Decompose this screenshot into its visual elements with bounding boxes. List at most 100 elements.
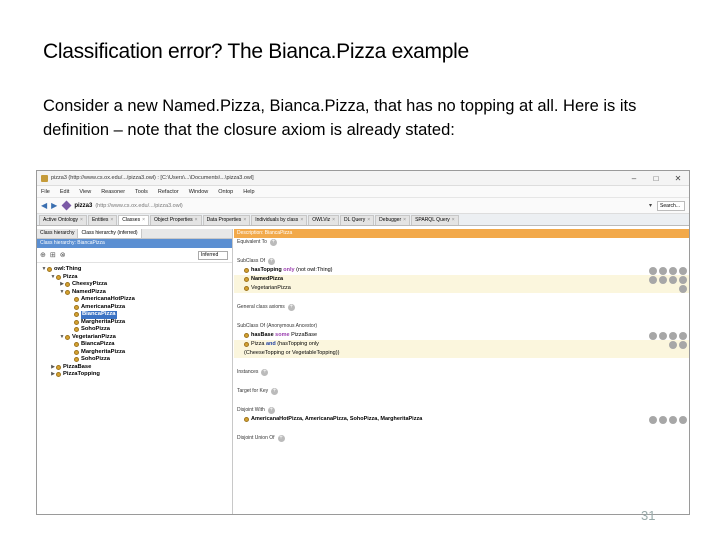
add-icon[interactable]: + xyxy=(269,239,277,246)
minimize-button[interactable]: – xyxy=(623,174,645,183)
menu-file[interactable]: File xyxy=(41,189,50,195)
add-icon[interactable]: + xyxy=(261,369,269,376)
explain-icon[interactable] xyxy=(679,284,687,293)
tab-debugger[interactable]: Debugger × xyxy=(375,215,411,225)
annotate-icon[interactable] xyxy=(669,340,677,349)
tree-node[interactable]: SohoPizza xyxy=(37,356,232,364)
add-subclass-icon[interactable]: ⊕ xyxy=(40,251,46,259)
tree-node[interactable]: BiancaPizza xyxy=(37,311,232,319)
close-icon[interactable]: × xyxy=(403,217,406,223)
menu-edit[interactable]: Edit xyxy=(60,189,69,195)
close-icon[interactable]: × xyxy=(332,217,335,223)
view-mode-select[interactable]: Inferred xyxy=(198,250,228,260)
annotate-icon[interactable] xyxy=(649,266,657,275)
tab-sparql-query[interactable]: SPARQL Query × xyxy=(411,215,459,225)
tree-node-label[interactable]: VegetarianPizza xyxy=(72,334,116,342)
subclass-row[interactable]: hasTopping only (not owl:Thing) xyxy=(234,266,689,275)
explain-icon[interactable] xyxy=(659,415,667,424)
tab-classes[interactable]: Classes × xyxy=(118,215,149,225)
delete-icon[interactable] xyxy=(669,266,677,275)
tree-node-label[interactable]: NamedPizza xyxy=(72,289,106,297)
delete-class-icon[interactable]: ⊗ xyxy=(60,251,66,259)
close-icon[interactable]: × xyxy=(243,217,246,223)
add-icon[interactable]: + xyxy=(277,435,285,442)
tree-node[interactable]: ▶ CheesyPizza xyxy=(37,281,232,289)
add-icon[interactable]: + xyxy=(271,388,279,395)
subclass-row[interactable]: VegetarianPizza xyxy=(234,284,689,293)
delete-icon[interactable] xyxy=(669,415,677,424)
tree-node-label[interactable]: CheesyPizza xyxy=(72,281,107,289)
tree-node-label[interactable]: MargheritaPizza xyxy=(81,349,125,357)
menu-window[interactable]: Window xyxy=(189,189,209,195)
tree-node-label[interactable]: MargheritaPizza xyxy=(81,319,125,327)
menu-tools[interactable]: Tools xyxy=(135,189,148,195)
menu-view[interactable]: View xyxy=(79,189,91,195)
annotate-icon[interactable] xyxy=(649,415,657,424)
close-button[interactable]: ✕ xyxy=(667,174,689,183)
close-icon[interactable]: × xyxy=(110,217,113,223)
close-icon[interactable]: × xyxy=(142,217,145,223)
menu-ontop[interactable]: Ontop xyxy=(218,189,233,195)
maximize-button[interactable]: □ xyxy=(645,174,667,183)
tab-object-properties[interactable]: Object Properties × xyxy=(150,215,202,225)
add-icon[interactable]: + xyxy=(267,407,275,414)
explain-icon[interactable] xyxy=(679,340,687,349)
tab-entities[interactable]: Entities × xyxy=(87,215,118,225)
close-icon[interactable]: × xyxy=(452,217,455,223)
tab-individuals[interactable]: Individuals by class × xyxy=(251,215,308,225)
close-icon[interactable]: × xyxy=(80,217,83,223)
add-sibling-icon[interactable]: ⊞ xyxy=(50,251,56,259)
tree-node-label[interactable]: AmericanaHotPizza xyxy=(81,296,135,304)
forward-arrow-icon[interactable]: ▶ xyxy=(51,201,57,210)
tree-node-label[interactable]: PizzaBase xyxy=(63,364,91,372)
tree-node[interactable]: SohoPizza xyxy=(37,326,232,334)
tree-node-label[interactable]: SohoPizza xyxy=(81,356,110,364)
back-arrow-icon[interactable]: ◀ xyxy=(41,201,47,210)
subtab-class-hierarchy-inferred[interactable]: Class hierarchy (inferred) xyxy=(78,229,142,238)
menu-reasoner[interactable]: Reasoner xyxy=(101,189,125,195)
chevron-down-icon[interactable]: ▾ xyxy=(649,202,657,209)
menu-refactor[interactable]: Refactor xyxy=(158,189,179,195)
annotate-icon[interactable] xyxy=(649,275,657,284)
edit-icon[interactable] xyxy=(679,415,687,424)
ancestor-row[interactable]: Pizza and (hasTopping only xyxy=(234,340,689,349)
tree-node[interactable]: ▼ VegetarianPizza xyxy=(37,334,232,342)
search-button[interactable]: Search... xyxy=(657,200,685,211)
tree-node[interactable]: AmericanaHotPizza xyxy=(37,296,232,304)
menu-help[interactable]: Help xyxy=(243,189,254,195)
close-icon[interactable]: × xyxy=(195,217,198,223)
tree-node-label[interactable]: owl:Thing xyxy=(54,266,81,274)
tree-node[interactable]: ▶ PizzaTopping xyxy=(37,371,232,379)
tree-node-label[interactable]: Pizza xyxy=(63,274,78,282)
tree-node[interactable]: ▼ Pizza xyxy=(37,274,232,282)
tree-node[interactable]: MargheritaPizza xyxy=(37,319,232,327)
tab-owlviz[interactable]: OWLViz × xyxy=(308,215,340,225)
tree-node-label[interactable]: BiancaPizza xyxy=(81,341,115,349)
tree-node[interactable]: MargheritaPizza xyxy=(37,349,232,357)
tree-node[interactable]: ▼ NamedPizza xyxy=(37,289,232,297)
delete-icon[interactable] xyxy=(669,275,677,284)
edit-icon[interactable] xyxy=(679,266,687,275)
tree-node[interactable]: ▼ owl:Thing xyxy=(37,266,232,274)
annotate-icon[interactable] xyxy=(649,331,657,340)
subtab-class-hierarchy[interactable]: Class hierarchy xyxy=(37,229,79,238)
explain-icon[interactable] xyxy=(659,266,667,275)
add-icon[interactable]: + xyxy=(268,258,276,265)
ancestor-row[interactable]: hasBase some PizzaBase xyxy=(234,331,689,340)
tab-active-ontology[interactable]: Active Ontology × xyxy=(39,215,87,225)
edit-icon[interactable] xyxy=(679,275,687,284)
close-icon[interactable]: × xyxy=(367,217,370,223)
tree-node[interactable]: AmericanaPizza xyxy=(37,304,232,312)
disjoint-row[interactable]: AmericanaHotPizza, AmericanaPizza, SohoP… xyxy=(234,415,689,424)
add-icon[interactable]: + xyxy=(287,304,295,311)
tree-node-label[interactable]: SohoPizza xyxy=(81,326,110,334)
explain-icon[interactable] xyxy=(659,275,667,284)
subclass-row[interactable]: NamedPizza xyxy=(234,275,689,284)
tab-data-properties[interactable]: Data Properties × xyxy=(202,215,251,225)
tree-node[interactable]: BiancaPizza xyxy=(37,341,232,349)
edit-icon[interactable] xyxy=(679,331,687,340)
tree-node-label[interactable]: AmericanaPizza xyxy=(81,304,125,312)
close-icon[interactable]: × xyxy=(300,217,303,223)
tree-node-label[interactable]: BiancaPizza xyxy=(81,311,117,319)
tab-dl-query[interactable]: DL Query × xyxy=(340,215,375,225)
